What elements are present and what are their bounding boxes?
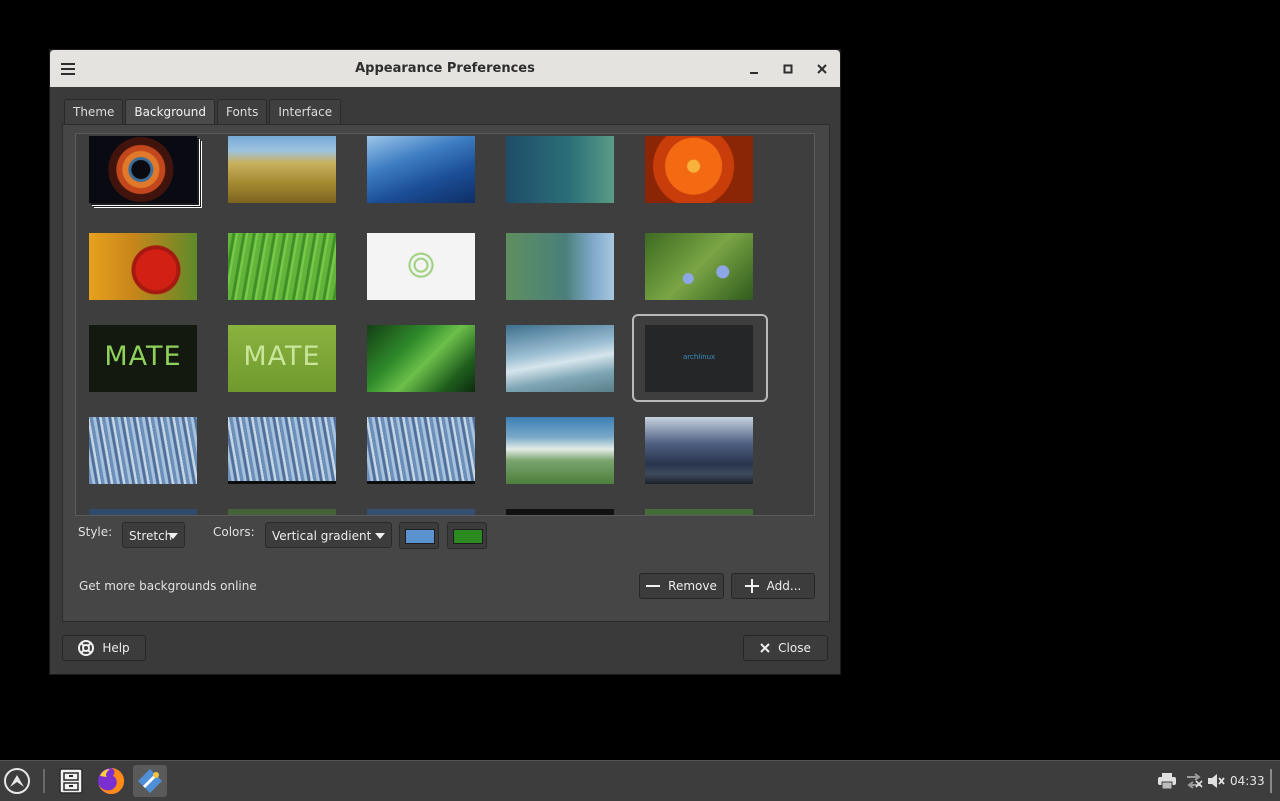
close-icon [817, 64, 827, 74]
window-close-button[interactable] [812, 59, 832, 79]
clock[interactable]: 04:33 [1230, 761, 1265, 801]
window-title: Appearance Preferences [355, 61, 535, 76]
close-icon [760, 643, 770, 653]
wallpaper-thumb-mate-green[interactable]: MATE [228, 325, 336, 392]
tab-background[interactable]: Background [125, 99, 215, 125]
tab-theme[interactable]: Theme [64, 99, 124, 125]
wallpaper-thumb-green-horizon[interactable] [506, 417, 614, 484]
printer-icon [1158, 773, 1176, 789]
tab-fonts[interactable]: Fonts [216, 99, 268, 125]
remove-button[interactable]: Remove [639, 573, 724, 599]
taskbar-separator [43, 769, 45, 793]
help-button-label: Help [102, 641, 130, 655]
appearance-icon [138, 769, 162, 793]
wallpaper-thumb-green-leaves[interactable] [367, 325, 475, 392]
wallpaper-thumb-orange-flower[interactable] [645, 136, 753, 203]
add-button-label: Add... [766, 579, 802, 593]
plus-icon [744, 579, 759, 593]
wallpaper-thumb-teal-bubbles[interactable] [506, 136, 614, 203]
style-label: Style: [78, 525, 113, 539]
window-titlebar[interactable]: Appearance Preferences [50, 50, 840, 87]
secondary-color-swatch [453, 529, 483, 544]
maximize-button[interactable] [778, 59, 798, 79]
add-button[interactable]: Add... [731, 573, 815, 599]
help-lifebuoy-icon [78, 640, 95, 656]
minimize-button[interactable] [744, 59, 764, 79]
secondary-color-button[interactable] [447, 522, 487, 549]
file-cabinet-icon [59, 768, 83, 794]
colors-label: Colors: [213, 525, 255, 539]
wallpaper-thumb-mate-logo-white[interactable] [367, 233, 475, 300]
wallpaper-gallery[interactable]: MATE MATE archlinux [75, 133, 815, 516]
wallpaper-thumb-abstract-blue-3[interactable] [367, 417, 475, 484]
wallpaper-thumb-archlinux-dark[interactable]: archlinux [645, 325, 753, 392]
window-content: Theme Background Fonts Interface MATE MA… [62, 97, 830, 625]
wallpaper-thumb-stormy-sky[interactable] [645, 417, 753, 484]
wallpaper-thumb-green-grass[interactable] [228, 233, 336, 300]
colors-dropdown[interactable]: Vertical gradient [265, 522, 392, 548]
style-dropdown-value: Stretch [129, 529, 173, 543]
start-menu-button[interactable] [0, 765, 34, 797]
firefox-icon [98, 767, 125, 794]
background-controls: Style: Stretch Colors: Vertical gradient [63, 513, 829, 549]
volume-muted-icon [1208, 774, 1225, 788]
appearance-preferences-window: Appearance Preferences Theme Background … [50, 50, 840, 674]
wallpaper-thumb-abstract-blue-2[interactable] [228, 417, 336, 484]
remove-button-label: Remove [668, 579, 717, 593]
wallpaper-thumb-blue-swirl[interactable] [506, 325, 614, 392]
wallpaper-thumb-blue-waves[interactable] [367, 136, 475, 203]
tab-bar: Theme Background Fonts Interface [64, 99, 343, 125]
help-button[interactable]: Help [62, 635, 146, 661]
taskbar-file-manager[interactable] [54, 765, 88, 797]
taskbar-edge-handle [1270, 769, 1272, 793]
style-dropdown[interactable]: Stretch [122, 522, 185, 548]
colors-dropdown-value: Vertical gradient [272, 529, 372, 543]
taskbar: 04:33 [0, 760, 1280, 801]
minimize-icon [750, 72, 758, 74]
wallpaper-thumb-beach-grass[interactable] [228, 136, 336, 203]
taskbar-firefox[interactable] [94, 765, 128, 797]
chevron-down-icon [375, 533, 385, 539]
wallpaper-thumb-helix-nebula[interactable] [89, 136, 197, 203]
mate-dark-text: MATE [104, 341, 182, 372]
mate-green-text: MATE [243, 341, 321, 372]
taskbar-appearance-preferences[interactable] [133, 765, 167, 797]
get-more-backgrounds-link[interactable]: Get more backgrounds online [79, 579, 257, 593]
arch-menu-icon [4, 768, 30, 794]
maximize-icon [783, 64, 793, 74]
close-button[interactable]: Close [743, 635, 828, 661]
chevron-down-icon [168, 533, 178, 539]
archlinux-logo-text: archlinux [683, 353, 716, 361]
minus-icon [646, 585, 661, 587]
wallpaper-thumb-red-flower[interactable] [89, 233, 197, 300]
background-panel: MATE MATE archlinux Style: Stretch Color… [62, 124, 830, 622]
wallpaper-thumb-blue-flowers[interactable] [645, 233, 753, 300]
primary-color-swatch [405, 529, 435, 544]
wallpaper-thumb-abstract-blue-1[interactable] [89, 417, 197, 484]
tab-interface[interactable]: Interface [269, 99, 342, 125]
volume-tray[interactable] [1199, 765, 1233, 797]
wallpaper-thumb-mate-dark[interactable]: MATE [89, 325, 197, 392]
primary-color-button[interactable] [399, 522, 439, 549]
wallpaper-thumb-green-blue-gradient[interactable] [506, 233, 614, 300]
close-button-label: Close [778, 641, 811, 655]
